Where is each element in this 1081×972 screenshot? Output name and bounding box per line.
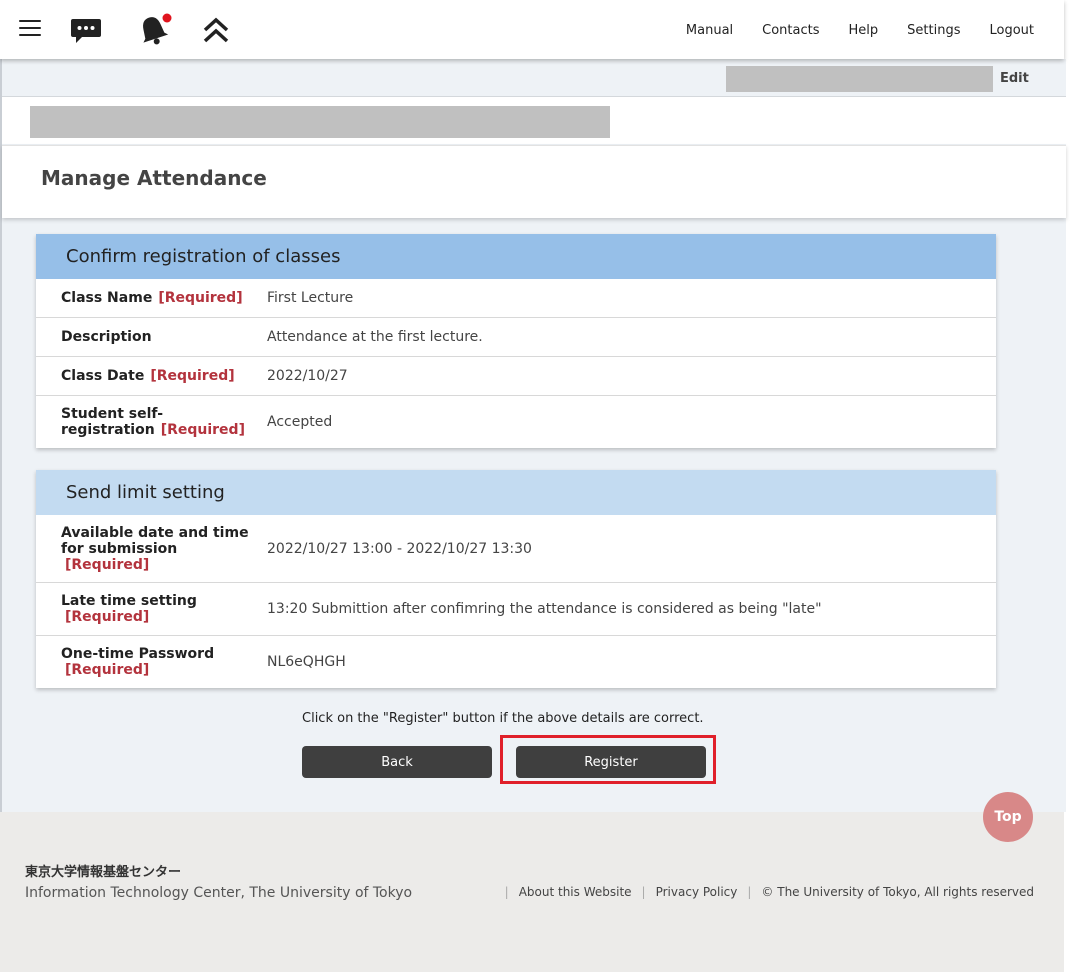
table-row: Student self-registration [Required] Acce… — [36, 395, 996, 448]
divider: | — [504, 885, 509, 899]
field-label: One-time Password — [61, 646, 215, 662]
nav-settings[interactable]: Settings — [907, 23, 960, 38]
course-title-strip — [2, 97, 1066, 144]
table-row: One-time Password [Required] NL6eQHGH — [36, 635, 996, 688]
field-label: Available date and time for submission — [61, 524, 249, 557]
class-registration-card: Confirm registration of classes Class Na… — [36, 234, 996, 448]
required-tag: [Required] — [65, 662, 150, 678]
copyright-text: © The University of Tokyo, All rights re… — [761, 885, 1034, 899]
send-limit-heading: Send limit setting — [36, 470, 996, 515]
double-chevron-up-icon[interactable] — [202, 16, 230, 48]
notification-bell-icon[interactable] — [137, 12, 173, 50]
field-label: Late time setting — [61, 593, 197, 609]
required-tag: [Required] — [160, 422, 245, 438]
top-nav-links: Manual Contacts Help Settings Logout — [657, 23, 1034, 38]
divider: | — [641, 885, 646, 899]
page-title: Manage Attendance — [41, 166, 267, 190]
footer-links: | About this Website | Privacy Policy | … — [495, 885, 1034, 899]
required-tag: [Required] — [65, 556, 150, 573]
confirm-message: Click on the "Register" button if the ab… — [302, 711, 704, 726]
required-tag: [Required] — [150, 368, 235, 384]
field-label: Description — [61, 329, 152, 345]
redacted-course-field — [726, 66, 993, 92]
nav-manual[interactable]: Manual — [686, 23, 733, 38]
table-row: Late time setting [Required] 13:20 Submit… — [36, 582, 996, 635]
late-time-value: 13:20 Submittion after confimring the at… — [267, 601, 822, 617]
edit-link[interactable]: Edit — [1000, 71, 1029, 86]
course-edit-strip: Edit — [2, 59, 1066, 97]
class-name-value: First Lecture — [267, 290, 354, 306]
description-value: Attendance at the first lecture. — [267, 329, 483, 345]
field-label: Student self-registration — [61, 406, 164, 438]
table-row: Available date and time for submission [R… — [36, 515, 996, 582]
submission-window-value: 2022/10/27 13:00 - 2022/10/27 13:30 — [267, 540, 532, 557]
page-title-strip: Manage Attendance — [2, 145, 1066, 218]
table-row: Class Name [Required] First Lecture — [36, 279, 996, 317]
nav-help[interactable]: Help — [849, 23, 879, 38]
nav-contacts[interactable]: Contacts — [762, 23, 819, 38]
main-content: Edit Manage Attendance Confirm registrat… — [0, 59, 1066, 842]
chat-bubble-icon[interactable] — [70, 17, 102, 49]
privacy-policy-link[interactable]: Privacy Policy — [656, 885, 738, 899]
required-tag: [Required] — [65, 609, 150, 625]
scroll-to-top-button[interactable]: Top — [983, 792, 1033, 842]
one-time-password-value: NL6eQHGH — [267, 654, 346, 670]
field-label: Class Date — [61, 368, 145, 384]
nav-logout[interactable]: Logout — [989, 23, 1034, 38]
about-website-link[interactable]: About this Website — [519, 885, 632, 899]
register-button[interactable]: Register — [516, 746, 706, 778]
class-registration-heading: Confirm registration of classes — [36, 234, 996, 279]
redacted-course-title — [30, 106, 610, 138]
field-label: Class Name — [61, 290, 153, 306]
divider: | — [747, 885, 752, 899]
org-name-english: Information Technology Center, The Unive… — [25, 885, 413, 901]
required-tag: [Required] — [158, 290, 243, 306]
class-date-value: 2022/10/27 — [267, 368, 348, 384]
table-row: Class Date [Required] 2022/10/27 — [36, 356, 996, 395]
footer: 東京大学情報基盤センター Information Technology Cent… — [0, 812, 1064, 972]
send-limit-card: Send limit setting Available date and ti… — [36, 470, 996, 688]
top-navigation-bar: Manual Contacts Help Settings Logout — [0, 0, 1064, 59]
org-name-japanese: 東京大学情報基盤センター — [25, 865, 182, 880]
self-registration-value: Accepted — [267, 414, 333, 430]
back-button[interactable]: Back — [302, 746, 492, 778]
table-row: Description Attendance at the first lect… — [36, 317, 996, 356]
hamburger-menu-icon[interactable] — [19, 20, 41, 38]
